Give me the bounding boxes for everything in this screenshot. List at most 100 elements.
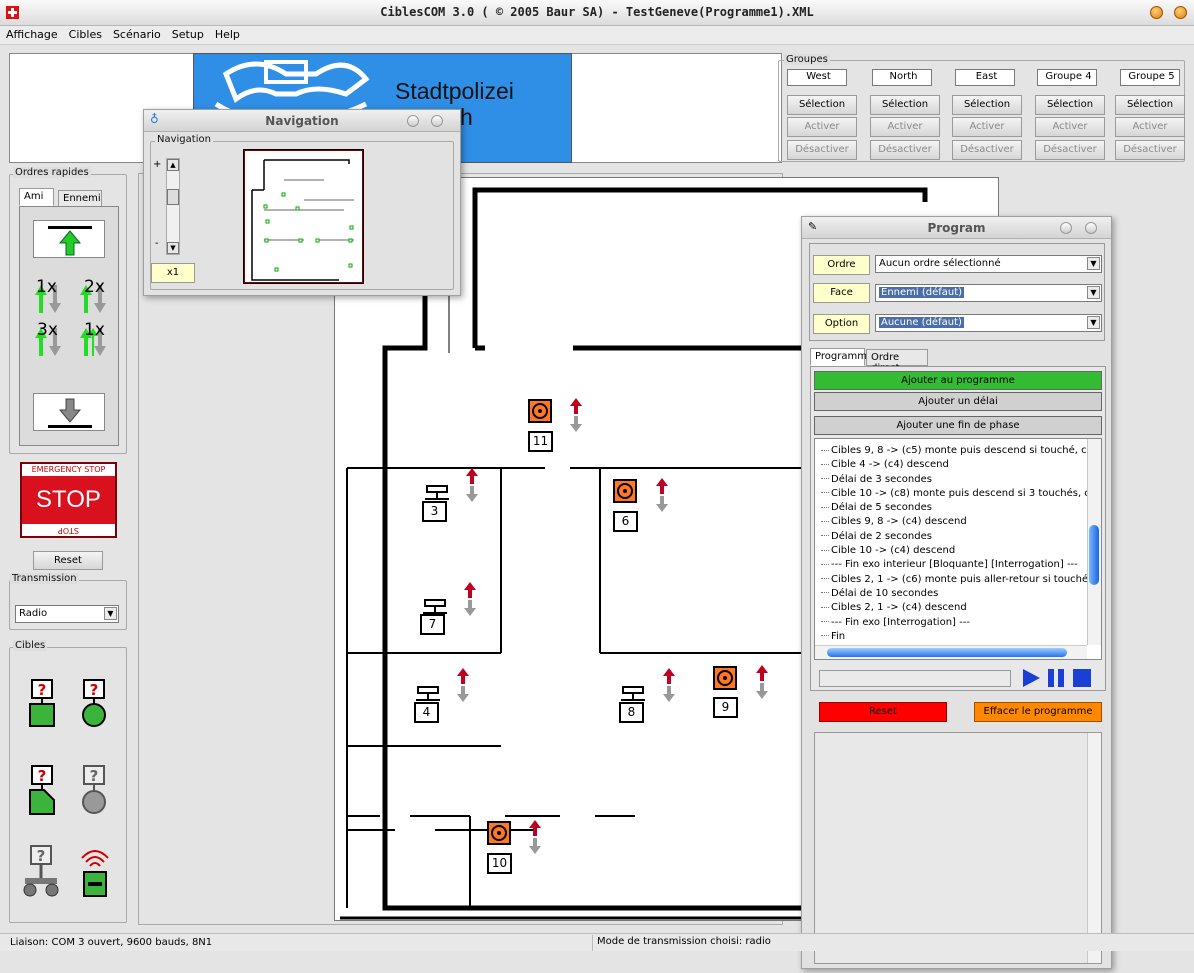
program-minimize-button[interactable] [1060, 222, 1072, 234]
zoom-level[interactable]: x1 [151, 263, 195, 283]
target-8[interactable]: 8 [619, 702, 644, 723]
program-line[interactable]: Fin [819, 630, 1101, 644]
program-line[interactable]: Cible 10 -> (c4) descend [819, 544, 1101, 558]
program-line[interactable]: --- Fin exo [Interrogation] --- [819, 616, 1101, 630]
navigation-close-button[interactable] [431, 115, 443, 127]
program-list-vscroll[interactable] [1087, 439, 1101, 645]
program-line[interactable]: --- Fin exo interieur [Bloquante] [Inter… [819, 558, 1101, 572]
cible-turning-icon[interactable]: ? [26, 764, 58, 816]
group-activer-button[interactable]: Activer [870, 117, 940, 137]
group-desactiver-button[interactable]: Désactiver [870, 140, 940, 160]
menu-affichage[interactable]: Affichage [0, 26, 63, 41]
menu-scenario[interactable]: Scénario [107, 26, 166, 41]
group-selection-button[interactable]: Sélection [787, 95, 857, 115]
minimize-button[interactable] [1150, 6, 1163, 19]
program-line[interactable]: Délai de 3 secondes [819, 473, 1101, 487]
navigation-titlebar[interactable]: ♁ Navigation [144, 110, 460, 132]
tab-ennemi[interactable]: Ennemi [58, 190, 102, 207]
program-titlebar[interactable]: ✎ Program [802, 217, 1111, 239]
program-line[interactable]: Cible 4 -> (c4) descend [819, 458, 1101, 472]
group-selection-button[interactable]: Sélection [870, 95, 940, 115]
target-9[interactable]: 9 [713, 697, 738, 718]
face-select[interactable]: Ennemi (défaut) ▼ [875, 284, 1102, 302]
cible-radio-icon[interactable] [78, 844, 112, 900]
tab-programme[interactable]: Programme [810, 348, 873, 366]
group-name-field[interactable]: North [872, 69, 932, 86]
group-name-field[interactable]: East [955, 69, 1015, 86]
group-activer-button[interactable]: Activer [787, 117, 857, 137]
vscroll-thumb[interactable] [1089, 525, 1099, 585]
emergency-stop-button[interactable]: EMERGENCY STOP STOP STOP [20, 462, 117, 538]
option-select[interactable]: Aucune (défaut) ▼ [875, 314, 1102, 332]
target-face-icon[interactable] [713, 666, 737, 690]
quick-3x-up-down-button[interactable]: 3x [33, 322, 65, 360]
target-6[interactable]: 6 [613, 511, 638, 532]
hscroll-thumb[interactable] [827, 648, 1067, 657]
target-3[interactable]: 3 [422, 501, 447, 522]
tab-ordre-direct[interactable]: Ordre direct [866, 349, 928, 374]
group-selection-button[interactable]: Sélection [952, 95, 1022, 115]
group-activer-button[interactable]: Activer [1035, 117, 1105, 137]
program-list[interactable]: Cibles 9, 8 -> (c5) monte puis descend s… [814, 438, 1102, 660]
cible-square-icon[interactable]: ? [26, 678, 58, 730]
group-name-field[interactable]: West [787, 69, 847, 86]
program-reset-button[interactable]: Reset [819, 702, 947, 722]
group-desactiver-button[interactable]: Désactiver [1115, 140, 1185, 160]
group-name-field[interactable]: Groupe 4 [1037, 69, 1097, 86]
menu-cibles[interactable]: Cibles [63, 26, 107, 41]
raise-all-button[interactable] [33, 220, 105, 258]
program-list-hscroll[interactable] [815, 645, 1087, 659]
zoom-slider-thumb[interactable] [167, 189, 179, 205]
group-activer-button[interactable]: Activer [1115, 117, 1185, 137]
navigation-minimize-button[interactable] [407, 115, 419, 127]
add-program-button[interactable]: Ajouter au programme [814, 371, 1102, 390]
log-vscroll[interactable] [1087, 733, 1101, 963]
group-desactiver-button[interactable]: Désactiver [1035, 140, 1105, 160]
cible-inactive-icon[interactable]: ? [78, 764, 110, 816]
scroll-down-icon[interactable]: ▼ [167, 242, 179, 254]
quick-2x-up-down-button[interactable]: 2x [78, 279, 110, 317]
quick-1x-down-up-button[interactable]: 1x [78, 322, 110, 360]
group-desactiver-button[interactable]: Désactiver [787, 140, 857, 160]
program-line[interactable]: Cibles 9, 8 -> (c5) monte puis descend s… [819, 444, 1101, 458]
quick-1x-up-down-button[interactable]: 1x [33, 279, 65, 317]
cible-circle-icon[interactable]: ? [78, 678, 110, 730]
group-selection-button[interactable]: Sélection [1035, 95, 1105, 115]
add-delay-button[interactable]: Ajouter un délai [814, 392, 1102, 411]
program-line[interactable]: Cibles 2, 1 -> (c4) descend [819, 601, 1101, 615]
program-line[interactable]: Cibles 2, 1 -> (c6) monte puis aller-ret… [819, 573, 1101, 587]
program-line[interactable]: Cible 10 -> (c8) monte puis descend si 3… [819, 487, 1101, 501]
tab-ami[interactable]: Ami [19, 188, 54, 206]
target-face-icon[interactable] [487, 821, 511, 845]
group-activer-button[interactable]: Activer [952, 117, 1022, 137]
group-desactiver-button[interactable]: Désactiver [952, 140, 1022, 160]
add-phase-end-button[interactable]: Ajouter une fin de phase [814, 416, 1102, 435]
program-line[interactable]: Délai de 5 secondes [819, 501, 1101, 515]
clear-program-button[interactable]: Effacer le programme [974, 702, 1102, 722]
target-7[interactable]: 7 [420, 614, 445, 635]
minimap[interactable] [243, 149, 364, 284]
zoom-slider[interactable]: ▲ ▼ [166, 158, 180, 255]
program-line[interactable]: Délai de 2 secondes [819, 530, 1101, 544]
target-face-icon[interactable] [528, 399, 552, 423]
ordre-select[interactable]: Aucun ordre sélectionné ▼ [875, 255, 1102, 273]
program-line[interactable]: Délai de 10 secondes [819, 587, 1101, 601]
program-line[interactable]: Cibles 9, 8 -> (c4) descend [819, 515, 1101, 529]
target-11[interactable]: 11 [528, 431, 553, 452]
play-icon[interactable] [1021, 668, 1041, 688]
menu-setup[interactable]: Setup [166, 26, 209, 41]
cible-mobile-icon[interactable]: ? [22, 844, 60, 900]
close-button[interactable] [1174, 6, 1187, 19]
group-name-field[interactable]: Groupe 5 [1120, 69, 1180, 86]
scroll-up-icon[interactable]: ▲ [167, 159, 179, 171]
program-close-button[interactable] [1085, 222, 1097, 234]
menu-help[interactable]: Help [209, 26, 245, 41]
target-face-icon[interactable] [613, 479, 637, 503]
lower-all-button[interactable] [33, 393, 105, 431]
reset-button[interactable]: Reset [33, 551, 103, 570]
pause-icon[interactable] [1047, 668, 1067, 688]
group-selection-button[interactable]: Sélection [1115, 95, 1185, 115]
target-10[interactable]: 10 [487, 853, 512, 874]
stop-icon[interactable] [1072, 668, 1092, 688]
target-4[interactable]: 4 [414, 702, 439, 723]
